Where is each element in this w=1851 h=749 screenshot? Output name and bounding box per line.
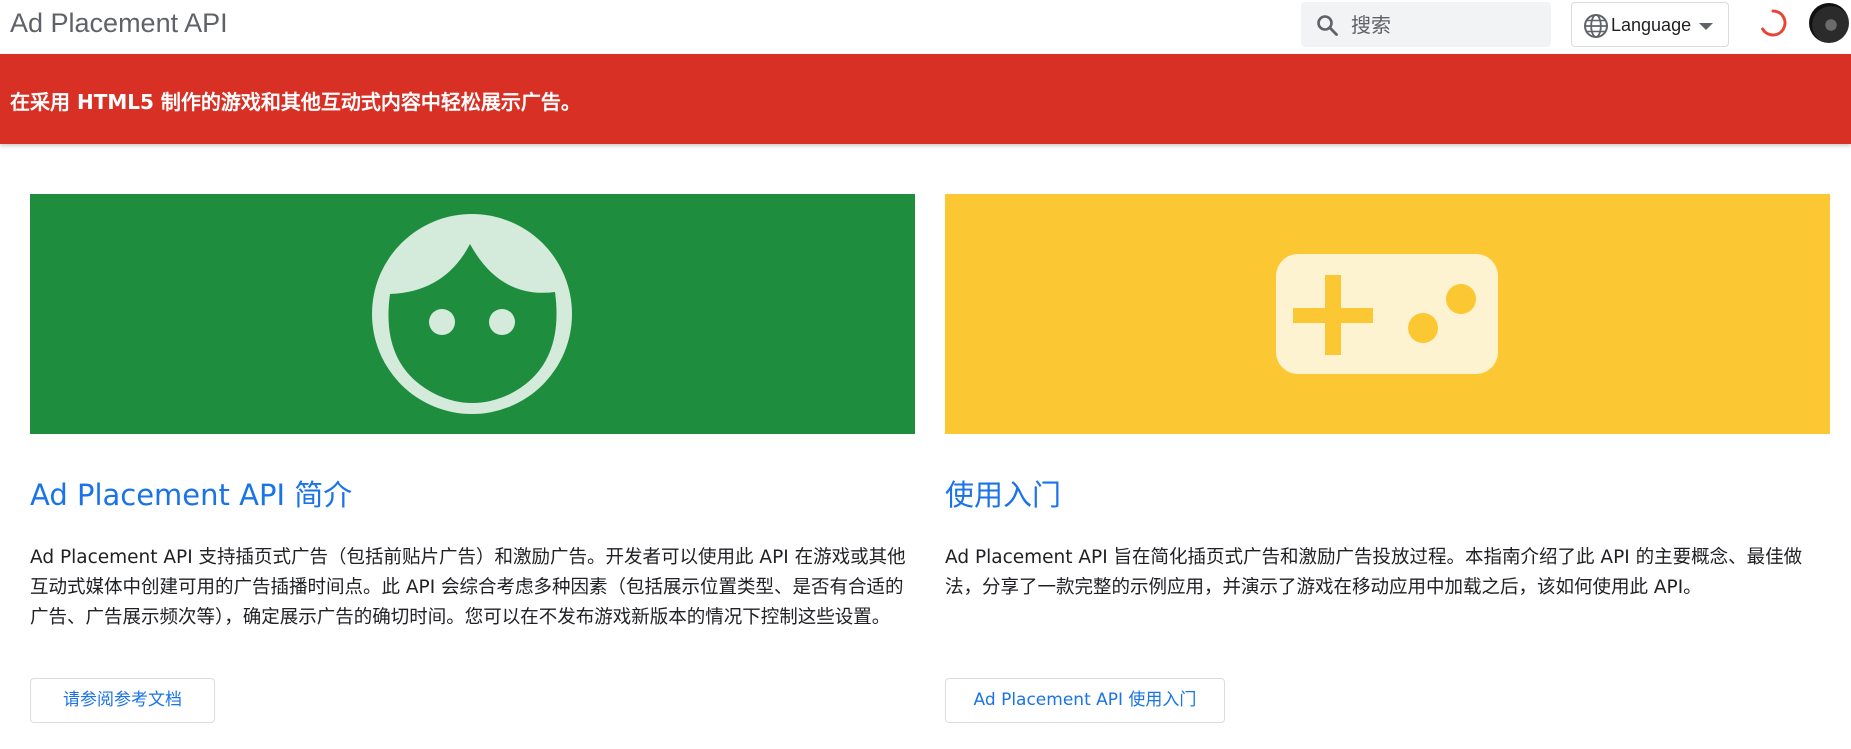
search-box[interactable] bbox=[1301, 2, 1551, 47]
language-label: Language bbox=[1611, 15, 1692, 35]
card-title[interactable]: 使用入门 bbox=[945, 472, 1061, 514]
card-get-started: 使用入门 Ad Placement API 旨在简化插页式广告和激励广告投放过程… bbox=[945, 194, 1830, 723]
search-icon[interactable] bbox=[1315, 13, 1339, 37]
card-hero-image bbox=[945, 194, 1830, 434]
face-icon bbox=[372, 214, 572, 414]
search-input[interactable] bbox=[1351, 2, 1541, 47]
card-hero-image bbox=[30, 194, 915, 434]
language-selector[interactable]: Language bbox=[1571, 2, 1729, 47]
reference-docs-button[interactable]: 请参阅参考文档 bbox=[30, 678, 215, 723]
card-overview: Ad Placement API 简介 Ad Placement API 支持插… bbox=[30, 194, 915, 723]
card-title[interactable]: Ad Placement API 简介 bbox=[30, 472, 352, 514]
site-title[interactable]: Ad Placement API bbox=[10, 6, 228, 40]
card-description: Ad Placement API 旨在简化插页式广告和激励广告投放过程。本指南介… bbox=[945, 547, 1803, 598]
avatar[interactable] bbox=[1809, 3, 1849, 43]
card-description: Ad Placement API 支持插页式广告（包括前贴片广告）和激励广告。开… bbox=[30, 547, 906, 628]
get-started-button[interactable]: Ad Placement API 使用入门 bbox=[945, 678, 1225, 723]
hero-banner: 在采用 HTML5 制作的游戏和其他互动式内容中轻松展示广告。 bbox=[0, 54, 1851, 144]
top-app-bar: Ad Placement API Language bbox=[0, 0, 1851, 54]
chevron-down-icon bbox=[1699, 23, 1713, 30]
spinner-icon bbox=[1761, 9, 1787, 37]
globe-icon bbox=[1584, 14, 1608, 38]
banner-text: 在采用 HTML5 制作的游戏和其他互动式内容中轻松展示广告。 bbox=[10, 90, 581, 114]
gamepad-icon bbox=[1276, 254, 1498, 374]
